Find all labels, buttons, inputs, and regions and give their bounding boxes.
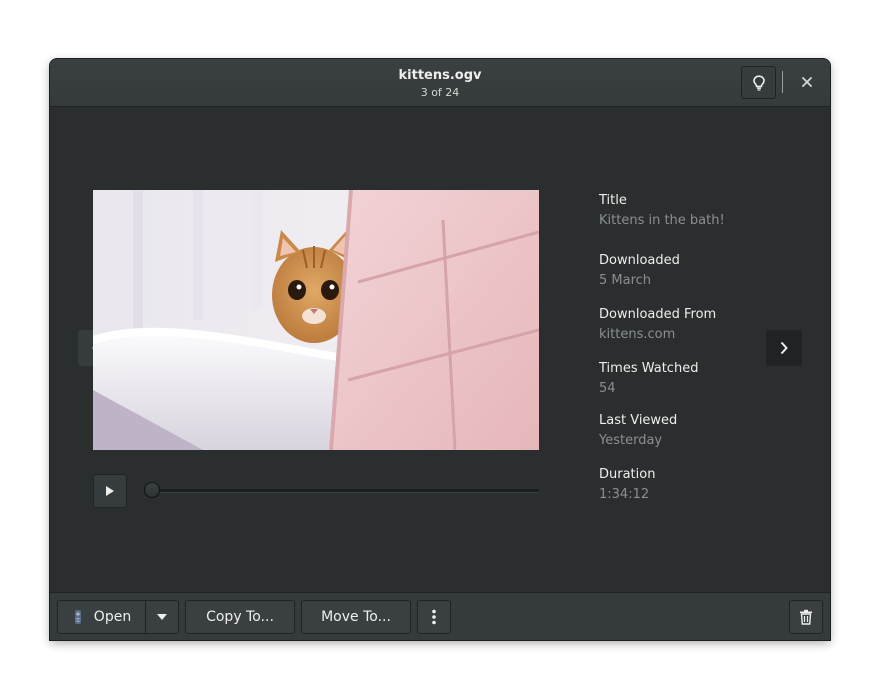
kitten-video-image [93,190,539,450]
lightbulb-icon [752,74,765,91]
open-with-dropdown[interactable] [145,600,179,634]
info-label: Last Viewed [599,413,678,428]
info-value: 1:34:12 [599,487,650,502]
file-preview-window: kittens.ogv 3 of 24 Title Kittens in the… [50,59,830,640]
info-value: 54 [599,381,616,396]
play-icon [106,486,114,496]
delete-button[interactable] [789,600,823,634]
header-separator [782,71,783,93]
info-downloaded: Downloaded 5 March [599,253,680,289]
info-label: Downloaded [599,253,680,268]
info-value: kittens.com [599,327,676,342]
more-vertical-icon [432,609,436,625]
move-to-button[interactable]: Move To... [301,600,411,634]
window-title: kittens.ogv [398,68,482,83]
next-button[interactable] [766,330,802,366]
caret-down-icon [157,614,167,620]
info-label: Times Watched [599,361,699,376]
info-value: 5 March [599,273,652,288]
preview-content: Title Kittens in the bath! Downloaded 5 … [50,107,830,592]
action-bar: Open Copy To... Move To... [50,592,830,640]
window-subtitle: 3 of 24 [420,86,460,99]
info-label: Title [599,193,627,208]
play-button[interactable] [93,474,127,508]
info-value: Yesterday [599,433,663,448]
seek-bar[interactable] [152,489,539,492]
more-options-button[interactable] [417,600,451,634]
tips-button[interactable] [741,66,776,99]
info-times-watched: Times Watched 54 [599,361,698,397]
info-last-viewed: Last Viewed Yesterday [599,413,677,449]
info-value: Kittens in the bath! [599,213,725,228]
move-to-label: Move To... [321,609,391,625]
info-downloaded-from: Downloaded From kittens.com [599,307,716,343]
copy-to-button[interactable]: Copy To... [185,600,295,634]
chevron-right-icon [780,341,788,355]
app-icon [74,610,81,624]
video-frame[interactable] [93,190,539,450]
info-label: Duration [599,467,656,482]
info-duration: Duration 1:34:12 [599,467,655,503]
header-bar: kittens.ogv 3 of 24 [50,59,830,107]
info-title: Title Kittens in the bath! [599,193,725,229]
open-label: Open [93,609,132,625]
seek-handle[interactable] [144,482,160,498]
trash-icon [800,609,812,625]
open-button[interactable]: Open [57,600,146,634]
copy-to-label: Copy To... [206,609,274,625]
close-icon [802,77,812,87]
close-button[interactable] [796,71,818,93]
info-label: Downloaded From [599,307,717,322]
